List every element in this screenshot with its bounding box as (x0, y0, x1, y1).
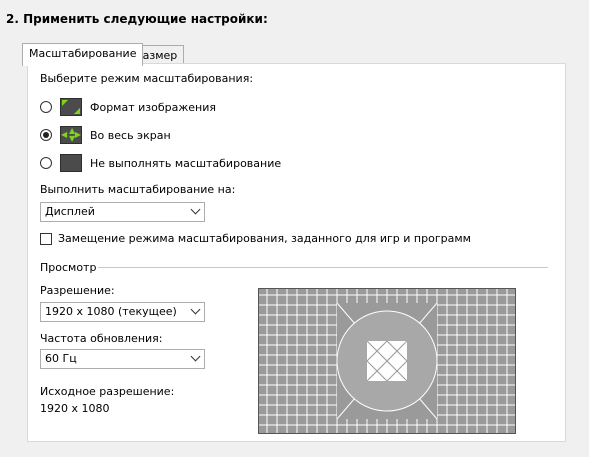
aspect-ratio-icon: ◤ ◢ (60, 98, 82, 116)
refresh-rate-label: Частота обновления: (40, 332, 163, 345)
radio-button[interactable] (40, 101, 52, 113)
section-title: 2. Применить следующие настройки: (6, 12, 268, 26)
select-value: 1920 x 1080 (текущее) (45, 305, 177, 318)
preview-divider (98, 267, 548, 268)
refresh-rate-select[interactable]: 60 Гц (40, 349, 205, 369)
select-value: 60 Гц (45, 352, 77, 365)
radio-button[interactable] (40, 129, 52, 141)
scaling-preview-image (258, 288, 516, 434)
perform-on-select[interactable]: Дисплей (40, 202, 205, 222)
preview-pattern (259, 289, 515, 433)
radio-no-scaling[interactable]: Не выполнять масштабирование (40, 154, 281, 172)
full-screen-icon: ▲ ▼ ◀ ▶ (60, 126, 82, 144)
resolution-select[interactable]: 1920 x 1080 (текущее) (40, 302, 205, 322)
radio-full-screen[interactable]: ▲ ▼ ◀ ▶ Во весь экран (40, 126, 171, 144)
override-scaling-checkbox-row[interactable]: Замещение режима масштабирования, заданн… (40, 232, 471, 245)
no-scaling-icon (60, 154, 82, 172)
resolution-label: Разрешение: (40, 284, 115, 297)
source-resolution-label: Исходное разрешение: (40, 385, 175, 398)
chevron-down-icon (190, 304, 201, 315)
radio-label: Во весь экран (90, 128, 171, 142)
source-resolution-value: 1920 x 1080 (40, 402, 110, 415)
chevron-down-icon (190, 351, 201, 362)
override-scaling-checkbox[interactable] (40, 232, 52, 245)
override-scaling-label: Замещение режима масштабирования, заданн… (58, 232, 471, 245)
radio-aspect-ratio[interactable]: ◤ ◢ Формат изображения (40, 98, 216, 116)
chevron-down-icon (190, 204, 201, 215)
radio-label: Не выполнять масштабирование (90, 156, 282, 170)
scaling-mode-prompt: Выберите режим масштабирования: (40, 72, 254, 85)
radio-button[interactable] (40, 157, 52, 169)
select-value: Дисплей (45, 205, 95, 218)
radio-label: Формат изображения (90, 100, 216, 114)
tab-scaling[interactable]: Масштабирование (22, 43, 144, 66)
perform-on-label: Выполнить масштабирование на: (40, 183, 236, 196)
preview-heading: Просмотр (40, 261, 97, 274)
